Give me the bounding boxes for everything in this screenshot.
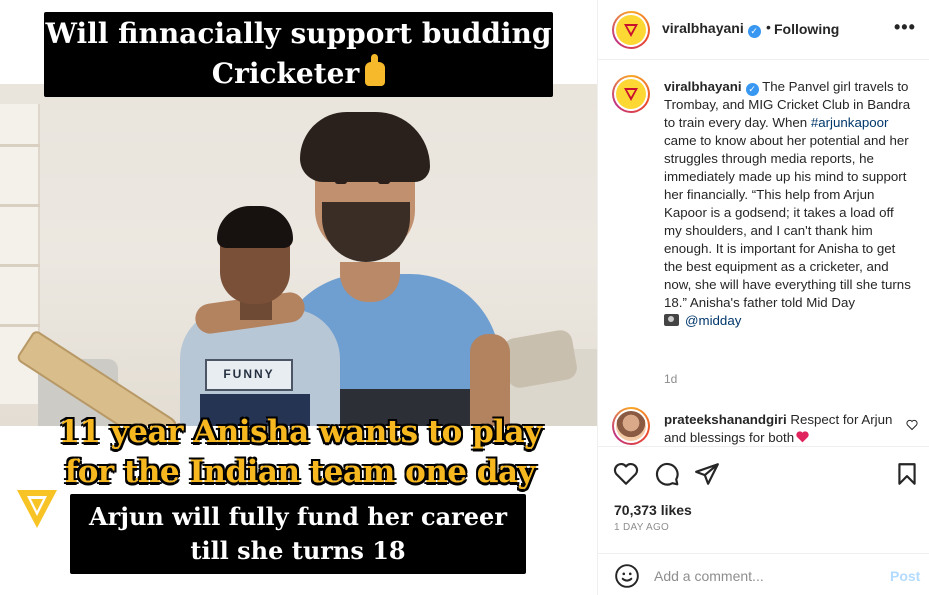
bottom-caption-line2: till she turns 18 <box>190 536 406 565</box>
post-comment-button[interactable]: Post <box>890 568 920 584</box>
author-username[interactable]: viralbhayani ✓ <box>662 20 761 38</box>
caption-area: viralbhayani ✓ The Panvel girl travels to… <box>598 60 929 446</box>
camera-icon <box>664 314 679 326</box>
viral-bhayani-logo-icon <box>624 24 638 37</box>
red-heart-icon <box>796 431 809 443</box>
commenter-username[interactable]: prateekshanandgiri <box>664 412 787 427</box>
verified-badge-icon: ✓ <box>747 25 761 38</box>
save-bookmark-icon[interactable] <box>894 461 920 487</box>
comment-bubble-icon[interactable] <box>654 461 680 487</box>
post-photo: FUNNY <box>0 84 597 426</box>
post-actions: 70,373 likes 1 DAY AGO Post <box>598 446 929 595</box>
commenter-avatar[interactable] <box>612 407 650 445</box>
bottom-caption: Arjun will fully fund her career till sh… <box>70 500 526 568</box>
mention-link[interactable]: @midday <box>685 313 741 328</box>
top-caption-line1: Will finnacially support budding <box>45 17 552 50</box>
thumbs-up-icon <box>365 54 386 86</box>
man-eye <box>378 179 390 184</box>
comment-input[interactable] <box>654 566 874 586</box>
bottom-caption-line1: Arjun will fully fund her career <box>89 502 507 531</box>
like-comment-heart-icon[interactable] <box>906 419 918 431</box>
anisha-caption-line2: for the Indian team one day <box>64 454 536 490</box>
top-caption: Will finnacially support budding Cricket… <box>44 14 553 94</box>
viral-bhayani-logo-icon <box>624 88 638 101</box>
man-hair <box>300 112 430 182</box>
header-separator: • <box>766 19 771 35</box>
anisha-caption: 11 year Anisha wants to play for the Ind… <box>40 412 560 492</box>
verified-badge-icon: ✓ <box>745 83 759 96</box>
man-beard <box>322 202 410 262</box>
shirt-print: FUNNY <box>205 359 293 391</box>
like-count[interactable]: 70,373 likes <box>614 502 692 518</box>
caption-age[interactable]: 1d <box>664 372 677 386</box>
caption-text-part2: came to know about her potential and her… <box>664 133 911 310</box>
like-heart-icon[interactable] <box>613 461 639 487</box>
post-header: viralbhayani ✓ • Following ••• <box>598 0 929 60</box>
anisha-caption-line1: 11 year Anisha wants to play <box>58 414 542 450</box>
viral-bhayani-logo-icon <box>17 490 57 528</box>
post-caption: viralbhayani ✓ The Panvel girl travels to… <box>664 78 914 330</box>
girl-hair <box>217 206 293 248</box>
more-options-icon[interactable]: ••• <box>894 17 916 38</box>
man-eye <box>335 179 347 184</box>
author-username-text[interactable]: viralbhayani <box>662 20 744 36</box>
add-comment-bar: Post <box>598 553 929 595</box>
author-avatar[interactable] <box>612 11 650 49</box>
comment: prateekshanandgiri Respect for Arjun and… <box>664 411 894 446</box>
following-button[interactable]: Following <box>774 21 839 37</box>
post-media[interactable]: FUNNY Will finnacially support budding C… <box>0 0 597 595</box>
post-date[interactable]: 1 DAY AGO <box>614 522 669 533</box>
share-paper-plane-icon[interactable] <box>694 461 720 487</box>
caption-author-avatar[interactable] <box>612 75 650 113</box>
caption-username[interactable]: viralbhayani <box>664 79 742 94</box>
top-caption-line2: Cricketer <box>44 54 553 94</box>
top-caption-line2-text: Cricketer <box>211 57 360 90</box>
post-side-panel: viralbhayani ✓ • Following ••• viralbhaya… <box>597 0 929 595</box>
hashtag-link[interactable]: #arjunkapoor <box>811 115 889 130</box>
emoji-smiley-icon[interactable] <box>614 563 640 589</box>
instagram-post-view: FUNNY Will finnacially support budding C… <box>0 0 929 595</box>
